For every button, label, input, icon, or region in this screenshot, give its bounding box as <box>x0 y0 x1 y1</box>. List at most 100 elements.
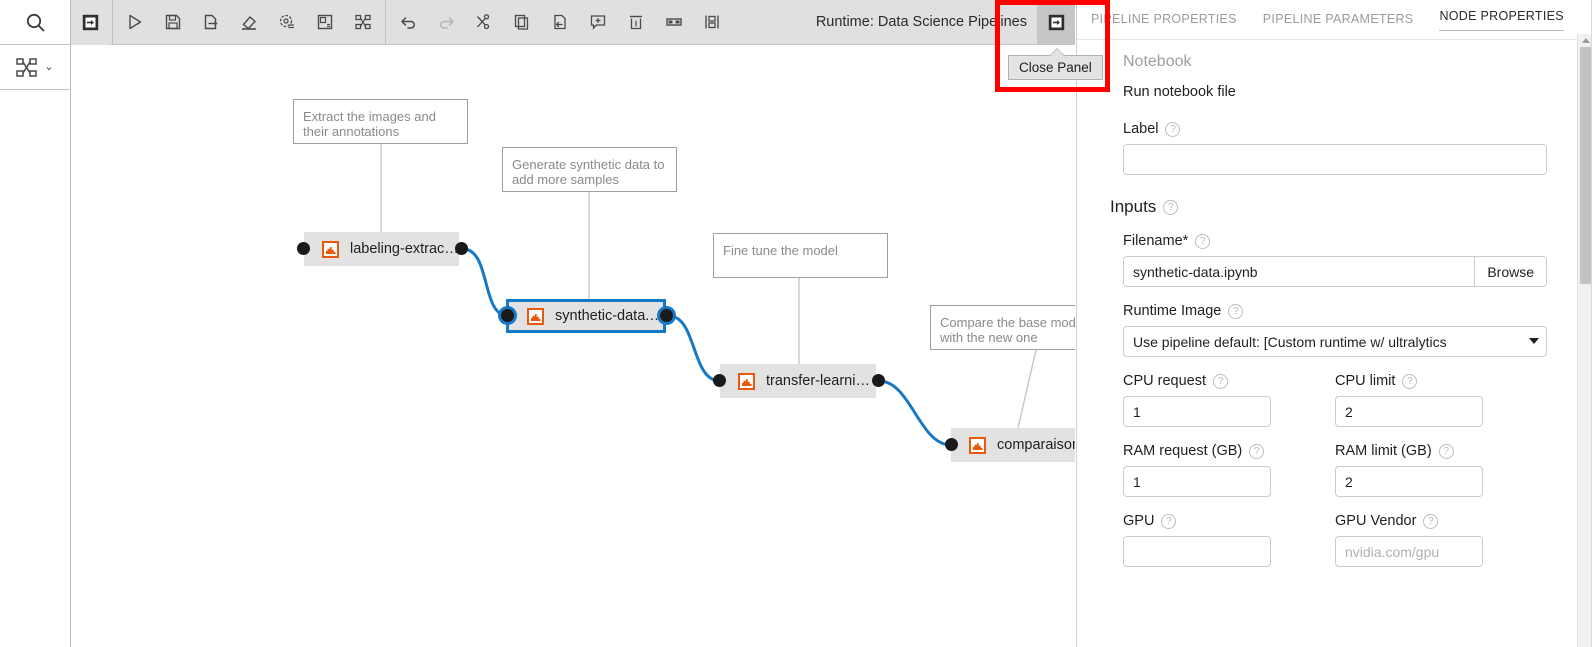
export-pipeline-button[interactable] <box>192 0 230 45</box>
help-icon[interactable]: ? <box>1161 514 1176 529</box>
node-output-port[interactable] <box>455 242 468 255</box>
node-input-port[interactable] <box>501 309 514 322</box>
copy-button[interactable] <box>503 0 541 45</box>
node-label: comparaison.i… <box>997 437 1075 453</box>
label-input[interactable] <box>1123 144 1547 175</box>
help-icon[interactable]: ? <box>1195 234 1210 249</box>
link-transfer-to-comparaison <box>879 381 951 445</box>
filename-row: Browse <box>1123 256 1547 287</box>
filename-input[interactable] <box>1123 256 1474 287</box>
help-icon[interactable]: ? <box>1213 374 1228 389</box>
cut-button[interactable] <box>465 0 503 45</box>
runtime-image-field-group: Runtime Image ? Use pipeline default: [C… <box>1123 303 1547 357</box>
arrange-vertically-button[interactable] <box>693 0 731 45</box>
chevron-down-icon: ⌄ <box>44 62 53 73</box>
notebook-icon <box>527 308 544 325</box>
ram-request-input[interactable] <box>1123 466 1271 497</box>
node-output-port[interactable] <box>872 374 885 387</box>
scrollbar-thumb[interactable] <box>1580 47 1591 284</box>
notebook-icon <box>738 373 755 390</box>
gpu-vendor-label: GPU Vendor ? <box>1335 513 1547 529</box>
paste-button[interactable] <box>541 0 579 45</box>
clear-pipeline-button[interactable] <box>230 0 268 45</box>
ram-request-title: RAM request (GB) <box>1123 443 1242 459</box>
panel-toggle-icon <box>82 14 99 31</box>
chevron-down-icon <box>1529 338 1539 344</box>
run-pipeline-button[interactable] <box>116 0 154 45</box>
layout-horizontal-icon <box>665 13 683 31</box>
cpu-request-input[interactable] <box>1123 396 1271 427</box>
inputs-section-heading: Inputs ? <box>1110 197 1547 217</box>
ram-limit-input[interactable] <box>1335 466 1483 497</box>
comment-node[interactable]: Generate synthetic data to add more samp… <box>502 147 677 192</box>
undo-arrow-icon <box>399 13 418 32</box>
help-icon[interactable]: ? <box>1163 200 1178 215</box>
open-runtime-images-button[interactable] <box>306 0 344 45</box>
undo-button[interactable] <box>389 0 427 45</box>
cpu-request-label: CPU request ? <box>1123 373 1291 389</box>
gpu-title: GPU <box>1123 513 1154 529</box>
open-panel-toggle[interactable] <box>71 0 109 45</box>
help-icon[interactable]: ? <box>1423 514 1438 529</box>
search-button[interactable] <box>0 0 70 45</box>
tab-node-properties[interactable]: NODE PROPERTIES <box>1439 9 1563 31</box>
sidebar-item-pipeline-nodes[interactable]: ⌄ <box>0 46 70 90</box>
ram-limit-title: RAM limit (GB) <box>1335 443 1432 459</box>
open-component-catalogs-button[interactable] <box>344 0 382 45</box>
node-description: Run notebook file <box>1123 84 1547 100</box>
runtime-image-field-title: Runtime Image <box>1123 303 1221 319</box>
cpu-request-title: CPU request <box>1123 373 1206 389</box>
gpu-vendor-field-group: GPU Vendor ? <box>1335 513 1547 567</box>
pipeline-node-synthetic-data[interactable]: synthetic-data.… <box>506 299 666 333</box>
ram-limit-field-group: RAM limit (GB) ? <box>1335 443 1547 497</box>
cpu-limit-input[interactable] <box>1335 396 1483 427</box>
inputs-section-title: Inputs <box>1110 197 1156 217</box>
image-settings-icon <box>316 13 334 31</box>
panel-toggle-icon <box>1048 14 1065 31</box>
runtime-title: Runtime: Data Science Pipelines <box>816 14 1037 30</box>
runtime-image-select[interactable]: Use pipeline default: [Custom runtime w/… <box>1123 326 1547 357</box>
pipeline-node-labeling-extract[interactable]: labeling-extrac… <box>304 232 459 266</box>
filename-field-label: Filename* ? <box>1123 233 1547 249</box>
notebook-icon <box>969 437 986 454</box>
tab-pipeline-parameters[interactable]: PIPELINE PARAMETERS <box>1263 12 1414 28</box>
play-icon <box>126 13 144 31</box>
comment-node[interactable]: Fine tune the model <box>713 233 888 278</box>
node-input-port[interactable] <box>713 374 726 387</box>
tab-pipeline-properties[interactable]: PIPELINE PROPERTIES <box>1091 12 1237 28</box>
save-pipeline-button[interactable] <box>154 0 192 45</box>
scroll-up-button[interactable] <box>1578 34 1592 47</box>
gpu-input[interactable] <box>1123 536 1271 567</box>
catalog-icon <box>354 13 372 31</box>
add-comment-button[interactable] <box>579 0 617 45</box>
node-input-port[interactable] <box>297 242 310 255</box>
save-icon <box>164 13 182 31</box>
arrange-horizontally-button[interactable] <box>655 0 693 45</box>
open-runtimes-button[interactable] <box>268 0 306 45</box>
browse-button[interactable]: Browse <box>1474 256 1547 287</box>
help-icon[interactable]: ? <box>1439 444 1454 459</box>
properties-tabbar: PIPELINE PROPERTIES PIPELINE PARAMETERS … <box>1077 0 1592 40</box>
node-input-port[interactable] <box>945 438 958 451</box>
comment-node[interactable]: Compare the base model with the new one <box>930 305 1075 350</box>
comment-node[interactable]: Extract the images and their annotations <box>293 99 468 144</box>
close-panel-button[interactable] <box>1037 0 1075 45</box>
comment-plus-icon <box>589 13 607 31</box>
pipeline-node-transfer-learning[interactable]: transfer-learni… <box>720 364 876 398</box>
delete-button[interactable] <box>617 0 655 45</box>
gpu-vendor-input[interactable] <box>1335 536 1483 567</box>
pipeline-canvas[interactable]: Extract the images and their annotations… <box>71 46 1075 647</box>
help-icon[interactable]: ? <box>1165 122 1180 137</box>
redo-button[interactable] <box>427 0 465 45</box>
pipeline-node-comparaison[interactable]: comparaison.i… <box>951 428 1075 462</box>
help-icon[interactable]: ? <box>1228 304 1243 319</box>
cpu-limit-label: CPU limit ? <box>1335 373 1547 389</box>
help-icon[interactable]: ? <box>1402 374 1417 389</box>
node-output-port[interactable] <box>660 309 673 322</box>
label-field-label: Label ? <box>1123 121 1547 137</box>
gpu-vendor-title: GPU Vendor <box>1335 513 1416 529</box>
help-icon[interactable]: ? <box>1249 444 1264 459</box>
properties-scrollbar[interactable] <box>1577 34 1592 647</box>
notebook-icon <box>322 241 339 258</box>
scissors-icon <box>475 13 493 31</box>
